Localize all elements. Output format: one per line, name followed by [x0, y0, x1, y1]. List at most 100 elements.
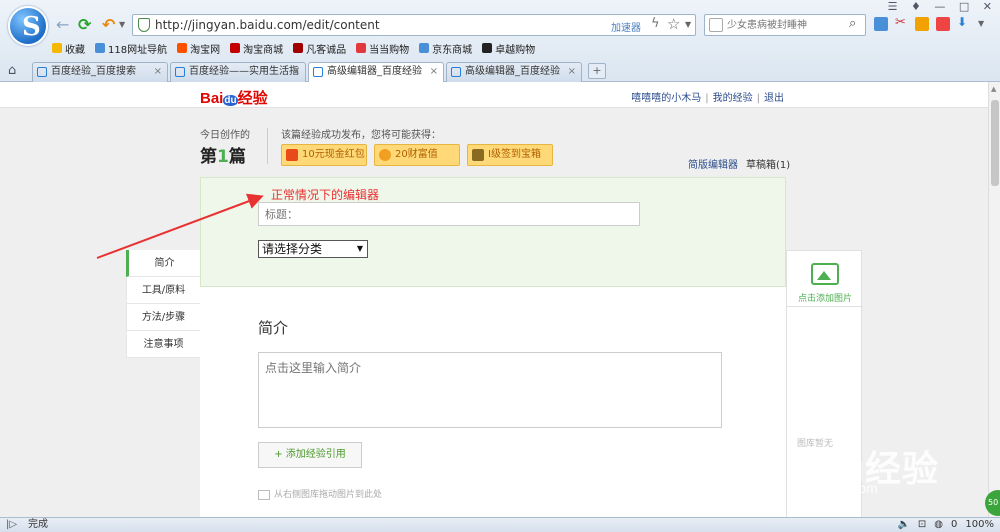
close-tab-icon[interactable]: × — [568, 63, 576, 81]
volume-icon[interactable]: 🔈 — [897, 518, 909, 532]
search-box[interactable]: ⌕ — [704, 14, 866, 36]
my-experience-link[interactable]: 我的经验 — [713, 93, 753, 104]
bookmark-item[interactable]: 淘宝商城 — [230, 40, 283, 56]
accelerator-button[interactable]: 加速器 — [611, 19, 641, 34]
star-icon[interactable]: ☆ — [667, 15, 680, 33]
bookmark-label: 卓越购物 — [495, 44, 536, 56]
bookmark-item[interactable]: 卓越购物 — [482, 40, 535, 56]
divider — [787, 306, 863, 307]
simple-editor-link[interactable]: 简版编辑器 — [688, 156, 738, 171]
chevron-down-icon: ▼ — [356, 244, 363, 253]
camera-icon[interactable]: ⊡ — [918, 518, 926, 532]
chevron-down-icon[interactable]: ▼ — [978, 19, 992, 33]
category-value: 请选择分类 — [262, 242, 323, 256]
tab-label: 高级编辑器_百度经验 — [465, 66, 560, 77]
nav-item-tools[interactable]: 工具/原料 — [126, 277, 200, 304]
bookmark-item[interactable]: 淘宝网 — [177, 40, 220, 56]
menu-icon[interactable]: ☰ — [888, 0, 898, 13]
chevron-down-icon[interactable]: ▼ — [685, 20, 691, 29]
section-nav: 简介 工具/原料 方法/步骤 注意事项 — [126, 250, 200, 358]
status-bar: |▷ 完成 🔈 ⊡ ◍ 0 100% — [0, 517, 1000, 532]
close-icon[interactable]: ✕ — [983, 0, 992, 13]
count-number: 1 — [217, 147, 229, 167]
shield-status-icon[interactable]: ◍ — [934, 518, 943, 532]
title-input[interactable] — [258, 202, 640, 226]
skin-icon[interactable]: ♦ — [911, 0, 921, 13]
search-input[interactable] — [727, 15, 845, 35]
download-icon[interactable]: ⬇ — [957, 15, 971, 29]
scroll-up-icon[interactable]: ▲ — [991, 85, 996, 93]
sidebar-toggle-icon[interactable]: |▷ — [6, 518, 17, 532]
undo-icon[interactable]: ↶ — [102, 16, 115, 34]
new-tab-button[interactable]: + — [588, 63, 606, 79]
app-icon[interactable] — [936, 17, 950, 31]
tab-bar: ⌂ 百度经验_百度搜索 × 百度经验——实用生活指 × 高级编辑器_百度经验 × 高级编辑器… — [0, 60, 1000, 82]
bolt-icon[interactable]: ϟ — [651, 16, 660, 31]
download-count[interactable]: 0 — [951, 518, 957, 532]
address-bar[interactable]: http://jingyan.baidu.com/edit/content 加速… — [132, 14, 696, 36]
search-engine-icon[interactable] — [709, 18, 723, 32]
tab-label: 百度经验_百度搜索 — [51, 66, 136, 77]
scroll-thumb[interactable] — [991, 100, 999, 186]
browser-logo-icon[interactable]: S — [8, 6, 48, 46]
scissors-icon[interactable]: ✂ — [895, 15, 909, 30]
url-text[interactable]: http://jingyan.baidu.com/edit/content — [155, 18, 380, 32]
browser-toolbar: S ← ⟳ ↶ ▼ http://jingyan.baidu.com/edit/… — [0, 0, 1000, 82]
bookmark-icon — [356, 43, 367, 53]
nav-item-notes[interactable]: 注意事项 — [126, 331, 200, 358]
bookmark-item[interactable]: 京东商城 — [419, 40, 472, 56]
refresh-icon[interactable]: ⟳ — [78, 16, 91, 34]
username-link[interactable]: 嘻嘻嘻的小木马 — [631, 93, 701, 104]
bookmark-item[interactable]: 118网址导航 — [95, 40, 167, 56]
category-select[interactable]: 请选择分类 ▼ — [258, 240, 368, 258]
translate-icon[interactable] — [874, 17, 888, 31]
red-packet-icon — [286, 149, 298, 161]
add-image-icon[interactable] — [811, 263, 839, 285]
browser-tab[interactable]: 高级编辑器_百度经验 × — [446, 62, 582, 82]
bookmark-item[interactable]: 当当购物 — [356, 40, 409, 56]
browser-tab[interactable]: 百度经验_百度搜索 × — [32, 62, 168, 82]
home-icon[interactable]: ⌂ — [8, 63, 16, 78]
site-logo[interactable]: Baidu经验 — [200, 87, 268, 108]
drag-hint-text: 从右侧图库拖动图片到此处 — [274, 490, 383, 500]
bookmark-label: 收藏 — [65, 44, 85, 56]
add-reference-button[interactable]: + 添加经验引用 — [258, 442, 362, 468]
vertical-scrollbar[interactable]: ▲ — [988, 82, 1000, 517]
close-tab-icon[interactable]: × — [154, 63, 162, 81]
zoom-level[interactable]: 100% — [965, 518, 994, 532]
close-tab-icon[interactable]: × — [430, 63, 438, 81]
editor-card: 简介 + 添加经验引用 从右侧图库拖动图片到此处 — [200, 287, 786, 517]
bookmark-icon — [293, 43, 304, 53]
bookmark-label: 淘宝商城 — [243, 44, 284, 56]
chevron-down-icon[interactable]: ▼ — [119, 16, 125, 34]
divider — [267, 128, 268, 164]
tab-favicon-icon — [313, 67, 323, 77]
back-arrow-icon[interactable]: ← — [56, 16, 69, 34]
coin-icon — [379, 149, 391, 161]
reward-label: I级签到宝箱 — [488, 149, 541, 160]
drag-hint: 从右侧图库拖动图片到此处 — [258, 487, 382, 500]
bookmark-item[interactable]: 收藏 — [52, 40, 85, 56]
intro-textarea[interactable] — [258, 352, 722, 428]
site-header: Baidu经验 嘻嘻嘻的小木马 | 我的经验 | 退出 — [0, 82, 988, 108]
drafts-link[interactable]: 草稿箱(1) — [746, 156, 790, 171]
nav-item-intro[interactable]: 简介 — [126, 250, 200, 277]
watermark-url: jingyan.baidu.com — [765, 480, 878, 496]
plugin-icon[interactable] — [915, 17, 929, 31]
close-tab-icon[interactable]: × — [292, 63, 300, 81]
browser-tab[interactable]: 高级编辑器_百度经验 × — [308, 62, 444, 82]
logo-paw: du — [223, 95, 238, 106]
minimize-icon[interactable]: — — [934, 0, 945, 13]
bookmark-item[interactable]: 凡客诚品 — [293, 40, 346, 56]
tab-favicon-icon — [175, 67, 185, 77]
browser-tab[interactable]: 百度经验——实用生活指 × — [170, 62, 306, 82]
search-icon[interactable]: ⌕ — [849, 16, 856, 31]
tab-favicon-icon — [451, 67, 461, 77]
add-image-button[interactable]: 点击添加图片 — [787, 291, 863, 304]
maximize-icon[interactable]: □ — [959, 0, 969, 13]
logout-link[interactable]: 退出 — [764, 93, 784, 104]
today-count: 第1篇 — [200, 142, 246, 167]
bookmark-icon — [177, 43, 188, 53]
nav-item-steps[interactable]: 方法/步骤 — [126, 304, 200, 331]
bookmark-label: 118网址导航 — [108, 44, 168, 56]
